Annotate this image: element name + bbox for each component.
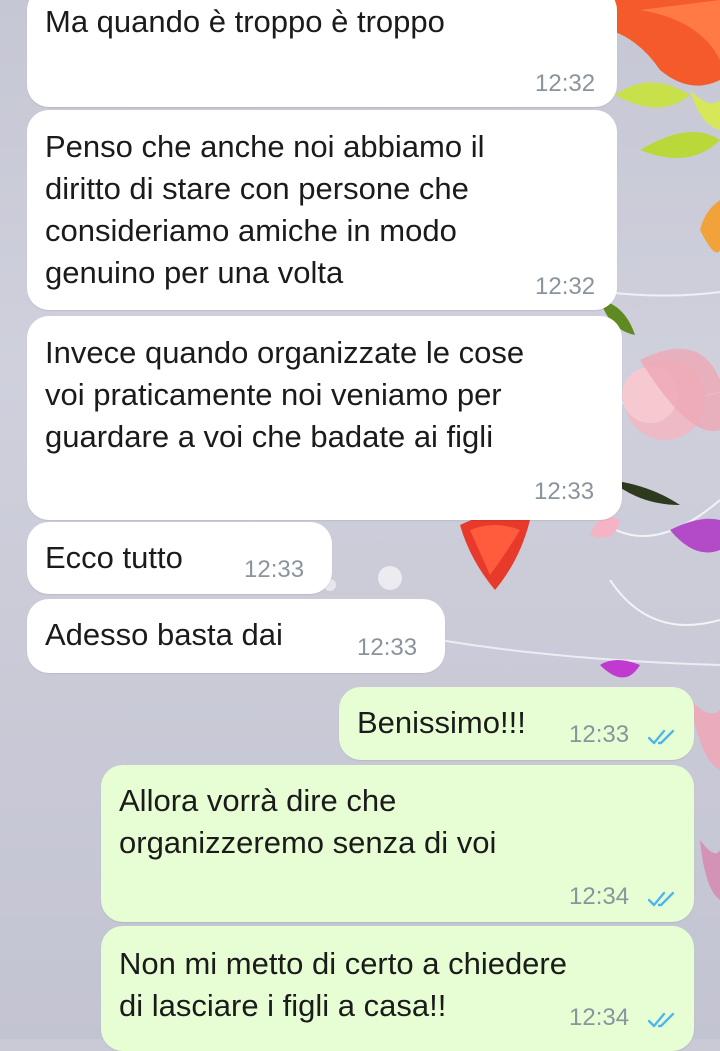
message-time: 12:32	[535, 70, 596, 97]
message-time: 12:34	[569, 883, 630, 910]
message-time: 12:33	[357, 634, 418, 661]
outgoing-message[interactable]: Allora vorrà dire che organizzeremo senz…	[101, 765, 694, 922]
message-time: 12:33	[534, 478, 595, 505]
incoming-message[interactable]: Ecco tutto 12:33	[27, 522, 332, 594]
message-text: guardare a voi che badate ai figli	[45, 419, 494, 454]
incoming-message[interactable]: Adesso basta dai 12:33	[27, 599, 445, 673]
message-text: Ma quando è troppo è troppo	[45, 4, 445, 39]
message-text: Allora vorrà dire che	[119, 783, 397, 818]
double-check-icon	[647, 729, 675, 745]
message-time: 12:33	[569, 721, 630, 748]
message-text: Penso che anche noi abbiamo il	[45, 129, 485, 164]
message-text: Benissimo!!!	[357, 705, 526, 740]
incoming-message[interactable]: Penso che anche noi abbiamo il diritto d…	[27, 110, 617, 310]
message-text: di lasciare i figli a casa!!	[119, 988, 447, 1023]
message-text: organizzeremo senza di voi	[119, 825, 497, 860]
outgoing-message[interactable]: Non mi metto di certo a chiedere di lasc…	[101, 926, 694, 1051]
message-text: diritto di stare con persone che	[45, 171, 469, 206]
message-text: Adesso basta dai	[45, 617, 283, 652]
double-check-icon	[647, 1012, 675, 1028]
message-text: Invece quando organizzate le cose	[45, 335, 525, 370]
message-text: voi praticamente noi veniamo per	[45, 377, 502, 412]
message-time: 12:32	[535, 273, 596, 300]
double-check-icon	[647, 891, 675, 907]
message-text: Ecco tutto	[45, 540, 183, 575]
message-time: 12:33	[244, 556, 305, 583]
outgoing-message[interactable]: Benissimo!!! 12:33	[339, 687, 694, 760]
message-text: consideriamo amiche in modo	[45, 213, 457, 248]
incoming-message[interactable]: Ma quando è troppo è troppo 12:32	[27, 0, 617, 107]
incoming-message[interactable]: Invece quando organizzate le cose voi pr…	[27, 316, 622, 520]
message-text: genuino per una volta	[45, 255, 344, 290]
message-text: Non mi metto di certo a chiedere	[119, 946, 567, 981]
message-time: 12:34	[569, 1004, 630, 1031]
